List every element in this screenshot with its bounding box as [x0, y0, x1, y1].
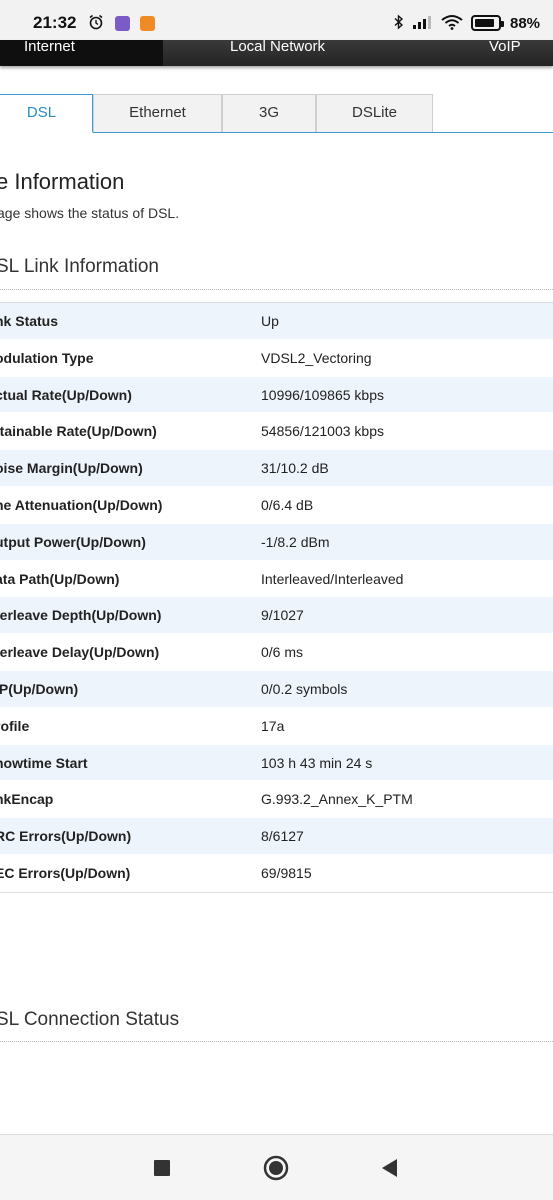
table-row: ttainable Rate(Up/Down) 54856/121003 kbps — [0, 413, 553, 451]
table-row: howtime Start 103 h 43 min 24 s — [0, 744, 553, 782]
battery-icon — [471, 15, 504, 31]
row-label: utput Power(Up/Down) — [0, 533, 146, 550]
nav-internet[interactable]: Internet — [0, 38, 163, 66]
tab-dsl[interactable]: DSL — [0, 94, 93, 133]
row-label: IP(Up/Down) — [0, 680, 79, 697]
table-row: ata Path(Up/Down) Interleaved/Interleaved — [0, 560, 553, 598]
table-row: rofile 17a — [0, 707, 553, 745]
row-label: terleave Delay(Up/Down) — [0, 644, 160, 661]
clock: 21:32 — [33, 13, 77, 32]
table-row: utput Power(Up/Down) -1/8.2 dBm — [0, 523, 553, 561]
nav-internet-label: Internet — [24, 38, 75, 55]
connection-status-title: SL Connection Status — [0, 1009, 180, 1030]
table-row: terleave Depth(Up/Down) 9/1027 — [0, 597, 553, 635]
top-nav: Internet Local Network VoIP — [0, 38, 553, 66]
row-label: ata Path(Up/Down) — [0, 570, 120, 587]
nav-local-network-label: Local Network — [230, 38, 326, 55]
row-label: ttainable Rate(Up/Down) — [0, 423, 157, 440]
row-label: terleave Depth(Up/Down) — [0, 607, 162, 624]
row-value: 8/6127 — [261, 828, 304, 845]
battery-level-fill — [475, 19, 495, 27]
row-label: oise Margin(Up/Down) — [0, 460, 143, 477]
section-divider — [0, 289, 553, 290]
table-row: odulation Type VDSL2_Vectoring — [0, 339, 553, 377]
table-row: nkEncap G.993.2_Annex_K_PTM — [0, 781, 553, 819]
link-info-title: SL Link Information — [0, 256, 159, 277]
table-row: RC Errors(Up/Down) 8/6127 — [0, 818, 553, 855]
row-value: 10996/109865 kbps — [261, 386, 384, 403]
tab-ethernet[interactable]: Ethernet — [93, 94, 222, 132]
signal-icon — [413, 16, 431, 29]
wifi-icon — [441, 15, 463, 30]
row-value: VDSL2_Vectoring — [261, 349, 372, 366]
row-value: 9/1027 — [261, 607, 304, 624]
nav-voip-label: VoIP — [489, 38, 521, 55]
row-value: 17a — [261, 717, 285, 734]
nav-voip[interactable]: VoIP — [470, 38, 553, 66]
page-description: age shows the status of DSL. — [0, 205, 180, 221]
row-value: 69/9815 — [261, 864, 312, 881]
alarm-icon — [89, 14, 103, 30]
page-title: e Information — [0, 169, 125, 194]
row-label: howtime Start — [0, 754, 88, 771]
row-value: 0/6.4 dB — [261, 496, 314, 513]
row-value: G.993.2_Annex_K_PTM — [261, 791, 413, 808]
status-bar: 21:32 88% — [0, 0, 553, 40]
row-label: RC Errors(Up/Down) — [0, 828, 132, 845]
row-value: 0/6 ms — [261, 644, 304, 661]
recents-button[interactable] — [148, 1154, 176, 1182]
row-label: ctual Rate(Up/Down) — [0, 386, 132, 403]
row-label: nk Status — [0, 313, 59, 329]
row-value: 54856/121003 kbps — [261, 423, 384, 440]
home-button[interactable] — [262, 1154, 290, 1182]
row-value: -1/8.2 dBm — [261, 533, 330, 550]
back-button[interactable] — [376, 1154, 404, 1182]
system-nav-bar — [0, 1134, 553, 1200]
table-row: EC Errors(Up/Down) 69/9815 — [0, 854, 553, 892]
row-value: 0/0.2 symbols — [261, 680, 348, 697]
table-row: ctual Rate(Up/Down) 10996/109865 kbps — [0, 376, 553, 414]
connection-tabs: Ethernet 3G DSLite DSL — [0, 94, 553, 133]
table-row: IP(Up/Down) 0/0.2 symbols — [0, 670, 553, 708]
tab-dslite[interactable]: DSLite — [316, 94, 433, 132]
row-value: Up — [261, 313, 279, 329]
link-info-table: nk Status Up odulation Type VDSL2_Vectoring… — [0, 302, 553, 893]
row-label: EC Errors(Up/Down) — [0, 864, 131, 881]
table-row: oise Margin(Up/Down) 31/10.2 dB — [0, 450, 553, 487]
viber-icon — [115, 16, 130, 31]
app-notification-icon — [140, 16, 155, 31]
bluetooth-icon — [394, 14, 404, 30]
tab-3g[interactable]: 3G — [222, 94, 316, 132]
row-label: nkEncap — [0, 791, 54, 808]
row-value: Interleaved/Interleaved — [261, 570, 404, 587]
nav-local-network[interactable]: Local Network — [163, 38, 408, 66]
battery-percent: 88% — [510, 15, 541, 32]
row-label: rofile — [0, 717, 30, 734]
row-label: ne Attenuation(Up/Down) — [0, 496, 163, 513]
row-value: 31/10.2 dB — [261, 460, 329, 477]
table-row: terleave Delay(Up/Down) 0/6 ms — [0, 634, 553, 671]
row-label: odulation Type — [0, 349, 94, 366]
table-row: ne Attenuation(Up/Down) 0/6.4 dB — [0, 486, 553, 524]
table-row: nk Status Up — [0, 303, 553, 340]
row-value: 103 h 43 min 24 s — [261, 754, 373, 771]
section-divider — [0, 1041, 553, 1042]
